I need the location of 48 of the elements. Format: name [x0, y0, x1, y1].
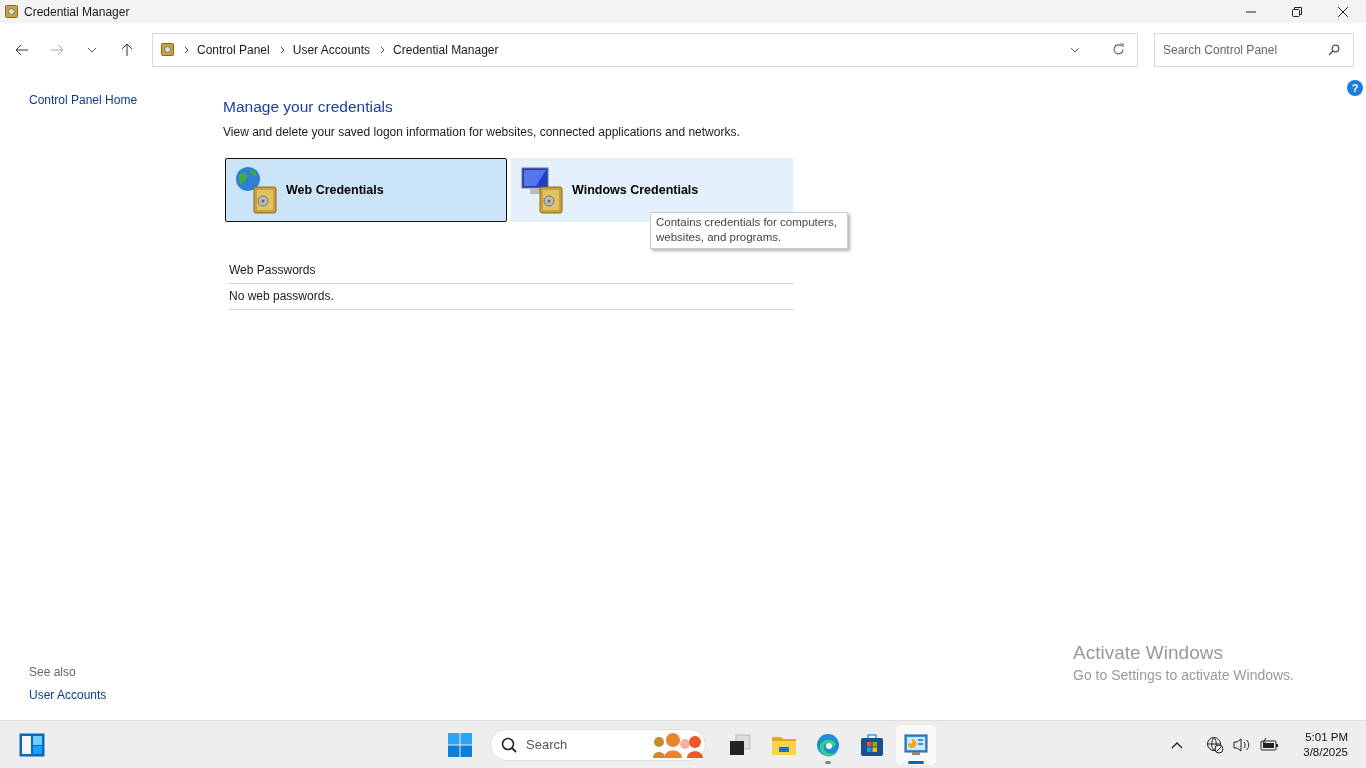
- breadcrumb[interactable]: Control Panel: [197, 42, 270, 57]
- section-title: Web Passwords: [229, 258, 794, 284]
- activation-message: Go to Settings to activate Windows.: [1073, 667, 1294, 683]
- left-arrow-icon: [15, 42, 29, 57]
- widgets-icon: [19, 732, 45, 757]
- sidebar-link[interactable]: Control Panel Home: [29, 93, 194, 107]
- credential-category-tab[interactable]: Web Credentials: [225, 158, 507, 222]
- see-also-heading: See also: [29, 665, 77, 679]
- page-description: View and delete your saved logon information for websites, connected applications and networks.: [223, 125, 741, 139]
- network-icon[interactable]: [1206, 735, 1225, 754]
- breadcrumb[interactable]: Credential Manager: [393, 42, 499, 57]
- up-arrow-icon: [120, 42, 134, 57]
- store-bag-icon: [860, 732, 884, 757]
- chevron-up-icon: [1171, 740, 1184, 749]
- volume-icon[interactable]: [1233, 736, 1252, 753]
- page-heading: Manage your credentials: [223, 98, 394, 116]
- battery-charging-icon[interactable]: [1260, 737, 1281, 752]
- chevron-icon: [380, 45, 386, 54]
- safe-icon: [161, 43, 174, 56]
- breadcrumb[interactable]: User Accounts: [292, 42, 371, 57]
- right-arrow-icon: [50, 42, 64, 57]
- control-panel-icon: [904, 733, 928, 756]
- search-icon: [1328, 43, 1340, 56]
- help-button[interactable]: ?: [1347, 80, 1363, 96]
- chevron-icon: [279, 45, 285, 54]
- widgets-button[interactable]: [19, 732, 45, 757]
- search-icon: [501, 736, 517, 753]
- tooltip: Contains credentials for computers, websites, and programs.: [650, 212, 848, 249]
- refresh-icon[interactable]: [1112, 43, 1125, 56]
- close-icon: [1337, 5, 1349, 18]
- sidebar-link[interactable]: User Accounts: [29, 688, 194, 702]
- safe-icon: [5, 5, 18, 18]
- activation-title: Activate Windows: [1073, 642, 1224, 664]
- browser-icon: [816, 732, 840, 757]
- dropdown-icon[interactable]: [1070, 46, 1080, 53]
- window-title: Credential Manager: [24, 4, 130, 19]
- clock[interactable]: 5:01 PM 3/8/2025: [1303, 731, 1348, 758]
- search-field[interactable]: Search Control Panel: [1154, 32, 1354, 67]
- address-bar[interactable]: Control Panel User Accounts Credential Manager: [152, 32, 1138, 67]
- task-view-icon: [729, 733, 751, 756]
- people-illustration-icon: [651, 731, 703, 758]
- taskbar-search-field[interactable]: Search: [490, 728, 706, 761]
- restore-icon: [1291, 5, 1303, 18]
- empty-message: No web passwords.: [229, 284, 794, 310]
- chevron-icon: [184, 45, 189, 54]
- windows-logo-icon: [448, 732, 472, 757]
- chevron-down-icon: [87, 46, 97, 53]
- control-panel-app-button[interactable]: [896, 724, 936, 765]
